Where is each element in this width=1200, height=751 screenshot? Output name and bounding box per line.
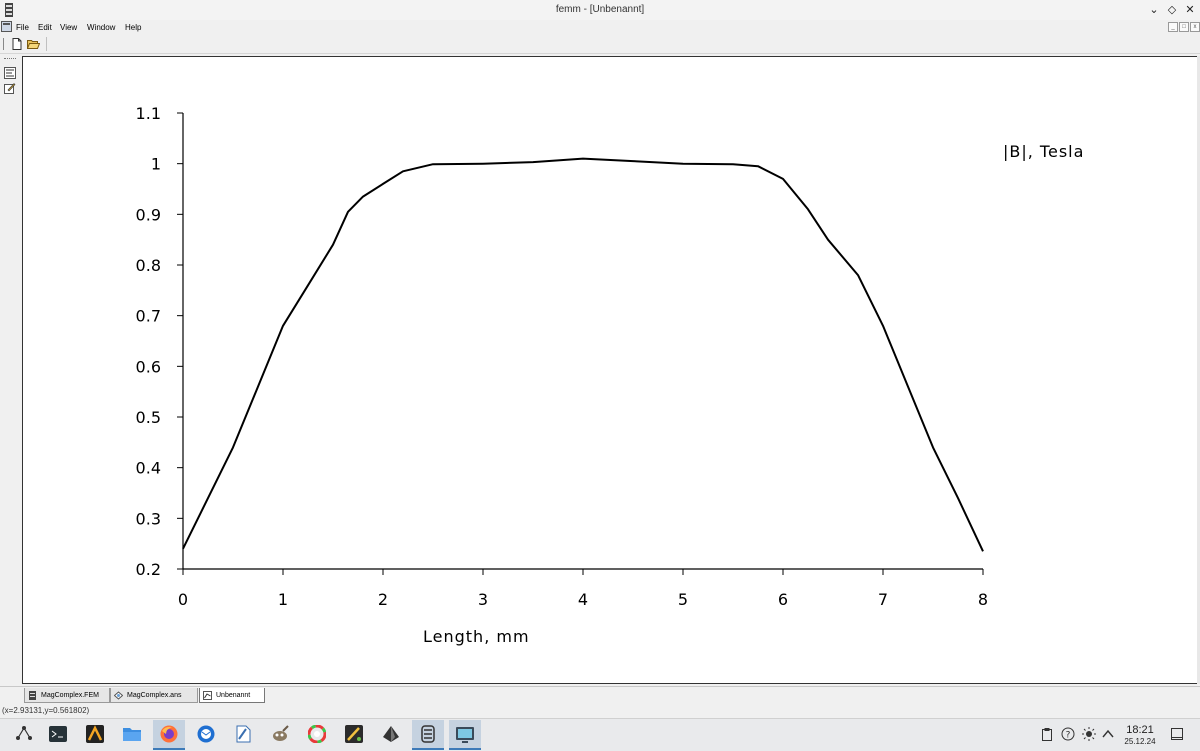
main-toolbar <box>0 35 1200 54</box>
clipboard-icon[interactable] <box>1040 727 1054 741</box>
taskbar-terminal[interactable] <box>42 720 74 750</box>
taskbar-color-picker[interactable] <box>301 720 333 750</box>
screenshot-icon <box>456 727 474 743</box>
taskbar-editor[interactable] <box>79 720 111 750</box>
y-tick-label: 1.1 <box>136 104 161 123</box>
app-launcher-button[interactable] <box>8 720 40 750</box>
series-line-b-tesla <box>182 157 984 552</box>
show-desktop-icon[interactable] <box>1170 727 1184 741</box>
mdi-restore-icon[interactable]: □ <box>1179 22 1189 32</box>
chevron-up-icon[interactable] <box>1101 727 1115 741</box>
plot-window[interactable]: 0.2 0.3 0.4 0.5 0.6 0.7 0.8 0.9 1 1.1 0 1 2 3 4 5 6 7 8 |… <box>22 56 1198 684</box>
window-title: femm - [Unbenannt] <box>555 4 645 15</box>
y-tick-label: 0.3 <box>136 509 161 528</box>
y-tick-label: 0.6 <box>136 357 161 376</box>
help-icon[interactable]: ? <box>1061 727 1075 741</box>
femm-app-icon <box>421 725 435 743</box>
new-file-icon[interactable] <box>12 38 22 50</box>
y-tick-label: 1 <box>151 155 161 174</box>
x-tick-label: 6 <box>778 590 788 609</box>
menu-bar: File Edit View Window Help _ □ x <box>0 20 1200 35</box>
taskbar-femm[interactable] <box>412 720 444 750</box>
toolbar-separator <box>46 37 47 51</box>
x-tick-label: 8 <box>978 590 988 609</box>
x-axis-label: Length, mm <box>423 627 530 646</box>
open-folder-icon[interactable] <box>27 38 40 50</box>
solution-doc-icon <box>114 691 123 700</box>
plot-options-icon[interactable] <box>4 67 16 79</box>
x-tick-label: 7 <box>878 590 888 609</box>
plot-doc-icon <box>203 691 212 700</box>
status-bar: (x=2.93131,y=0.561802) <box>0 705 1200 718</box>
legend-label: |B|, Tesla <box>1003 142 1084 161</box>
diamond-icon[interactable]: ◇ <box>1164 2 1180 18</box>
x-tick-label: 3 <box>478 590 488 609</box>
drop-icon <box>383 726 399 742</box>
y-tick-label: 0.9 <box>136 205 161 224</box>
cursor-coordinates: (x=2.93131,y=0.561802) <box>2 706 90 715</box>
edit-plot-icon[interactable] <box>4 82 16 94</box>
color-wheel-icon <box>308 725 326 743</box>
femm-doc-icon <box>29 691 36 700</box>
terminal-icon <box>49 726 67 742</box>
x-tick-label: 0 <box>178 590 188 609</box>
menu-file[interactable]: File <box>16 23 29 32</box>
y-tick-label: 0.2 <box>136 560 161 579</box>
title-bar: femm - [Unbenannt] ⌄ ◇ ✕ <box>0 0 1200 21</box>
y-tick-label: 0.7 <box>136 307 161 326</box>
close-icon[interactable]: ✕ <box>1182 2 1198 18</box>
x-tick-label: 4 <box>578 590 588 609</box>
tab-unbenannt[interactable]: Unbenannt <box>199 688 265 703</box>
writer-icon <box>236 725 251 743</box>
menu-view[interactable]: View <box>60 23 77 32</box>
x-tick-label: 1 <box>278 590 288 609</box>
taskbar: ? 18:21 25.12.24 <box>0 718 1200 751</box>
y-tick-label: 0.4 <box>136 459 161 478</box>
tab-magcomplex-fem[interactable]: MagComplex.FEM <box>24 688 110 703</box>
menu-edit[interactable]: Edit <box>38 23 52 32</box>
taskbar-screenshot[interactable] <box>449 720 481 750</box>
tab-label: Unbenannt <box>216 692 251 699</box>
launcher-icon <box>16 726 32 740</box>
mdi-minimize-icon[interactable]: _ <box>1168 22 1178 32</box>
child-window-icon[interactable] <box>1 21 12 32</box>
editor-icon <box>86 725 104 743</box>
x-tick-label: 2 <box>378 590 388 609</box>
document-tabs: MagComplex.FEM MagComplex.ans Unbenannt <box>0 686 1200 705</box>
firefox-icon <box>160 725 178 743</box>
menu-help[interactable]: Help <box>125 23 141 32</box>
y-tick-label: 0.8 <box>136 256 161 275</box>
line-chart: 0.2 0.3 0.4 0.5 0.6 0.7 0.8 0.9 1 1.1 0 1 2 3 4 5 6 7 8 |… <box>136 104 1084 646</box>
taskbar-inkscape[interactable] <box>338 720 370 750</box>
tab-label: MagComplex.ans <box>127 692 182 699</box>
tab-magcomplex-ans[interactable]: MagComplex.ans <box>110 688 198 703</box>
svg-text:?: ? <box>1066 731 1071 741</box>
gimp-icon <box>273 725 289 741</box>
toolbar-grip[interactable] <box>4 58 16 61</box>
clock-time[interactable]: 18:21 <box>1120 724 1160 736</box>
thunderbird-icon <box>197 725 215 743</box>
taskbar-app-drop[interactable] <box>375 720 407 750</box>
tab-label: MagComplex.FEM <box>41 692 99 699</box>
inkscape-icon <box>345 725 363 743</box>
clock-date[interactable]: 25.12.24 <box>1120 737 1160 746</box>
taskbar-thunderbird[interactable] <box>190 720 222 750</box>
taskbar-gimp[interactable] <box>264 720 296 750</box>
brightness-icon[interactable] <box>1082 727 1096 741</box>
chevron-down-icon[interactable]: ⌄ <box>1146 2 1162 18</box>
menu-window[interactable]: Window <box>87 23 115 32</box>
y-tick-label: 0.5 <box>136 408 161 427</box>
left-toolbar <box>0 54 20 684</box>
toolbar-grip[interactable] <box>3 38 4 50</box>
taskbar-files[interactable] <box>116 720 148 750</box>
taskbar-firefox[interactable] <box>153 720 185 750</box>
taskbar-writer[interactable] <box>227 720 259 750</box>
folder-icon <box>123 728 141 741</box>
x-tick-label: 5 <box>678 590 688 609</box>
mdi-close-icon[interactable]: x <box>1190 22 1200 32</box>
